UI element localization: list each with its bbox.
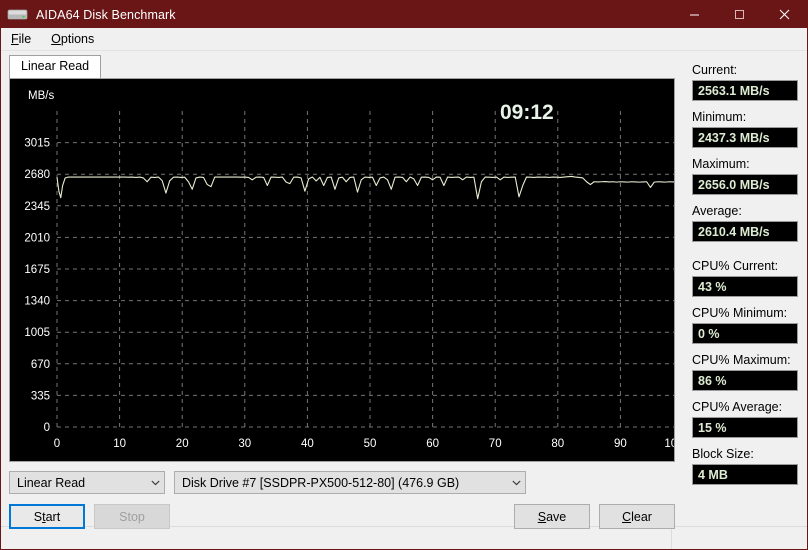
main-content: Linear Read MB/s 0 335 670 1005 1340 1675 2010 2… bbox=[1, 51, 807, 529]
y-tick-label: 1340 bbox=[24, 296, 50, 308]
selection-row: Linear Read Disk Drive #7 [SSDPR-PX500-5… bbox=[1, 471, 683, 494]
y-tick-label: 335 bbox=[31, 390, 50, 402]
menu-item-file-rest: ile bbox=[18, 32, 32, 46]
x-tick-label: 60 bbox=[426, 438, 439, 450]
readout-value: 2437.3 MB/s bbox=[698, 130, 770, 145]
start-button[interactable]: Start bbox=[9, 504, 85, 529]
y-tick-label: 3015 bbox=[24, 138, 50, 150]
disk-drive-icon bbox=[7, 7, 29, 23]
readout-value: 2563.1 MB/s bbox=[698, 83, 770, 98]
readout-label: CPU% Minimum: bbox=[692, 306, 788, 320]
readout-average: Average: 2610.4 MB/s bbox=[692, 204, 798, 242]
menu-item-file[interactable]: File bbox=[7, 30, 41, 48]
readout-label: CPU% Current: bbox=[692, 259, 779, 273]
y-tick-label: 1675 bbox=[24, 264, 50, 276]
readout-value-box: 2656.0 MB/s bbox=[692, 174, 798, 195]
x-tick-label: 50 bbox=[364, 438, 377, 450]
window-controls bbox=[672, 1, 807, 28]
y-tick-label: 2010 bbox=[24, 232, 50, 244]
readout-cpu-current: CPU% Current: 43 % bbox=[692, 259, 798, 297]
x-tick-label: 0 bbox=[54, 438, 60, 450]
benchmark-mode-value: Linear Read bbox=[17, 475, 86, 490]
close-icon[interactable] bbox=[762, 1, 807, 28]
clear-button-label: Clear bbox=[622, 509, 652, 524]
x-tick-label: 20 bbox=[176, 438, 189, 450]
title-bar: AIDA64 Disk Benchmark bbox=[1, 1, 807, 28]
readout-label: Current: bbox=[692, 63, 738, 77]
status-bar bbox=[1, 526, 807, 549]
readout-value-box: 2563.1 MB/s bbox=[692, 80, 798, 101]
benchmark-mode-select[interactable]: Linear Read bbox=[9, 471, 165, 494]
readout-value: 15 % bbox=[698, 420, 727, 435]
menu-item-options-rest: ptions bbox=[60, 32, 95, 46]
readout-value: 2656.0 MB/s bbox=[698, 177, 770, 192]
readout-value: 43 % bbox=[698, 279, 727, 294]
left-pane: Linear Read MB/s 0 335 670 1005 1340 1675 2010 2… bbox=[1, 51, 683, 529]
y-tick-label: 670 bbox=[31, 359, 50, 371]
readout-label: Maximum: bbox=[692, 157, 750, 171]
y-tick-label: 1005 bbox=[24, 327, 50, 339]
readout-value-box: 86 % bbox=[692, 370, 798, 391]
readout-label: Block Size: bbox=[692, 447, 754, 461]
readout-value-box: 4 MB bbox=[692, 464, 798, 485]
x-tick-label: 40 bbox=[301, 438, 314, 450]
x-tick-label: 30 bbox=[238, 438, 251, 450]
tab-linear-read[interactable]: Linear Read bbox=[9, 55, 102, 78]
minimize-icon[interactable] bbox=[672, 1, 717, 28]
readout-value-box: 0 % bbox=[692, 323, 798, 344]
y-tick-label: 2680 bbox=[24, 169, 50, 181]
readout-value: 0 % bbox=[698, 326, 720, 341]
x-tick-label: 80 bbox=[551, 438, 564, 450]
readout-minimum: Minimum: 2437.3 MB/s bbox=[692, 110, 798, 148]
y-tick-label: 2345 bbox=[24, 201, 50, 213]
x-tick-label: 70 bbox=[489, 438, 502, 450]
save-button[interactable]: Save bbox=[514, 504, 590, 529]
tab-strip: Linear Read bbox=[9, 55, 683, 78]
y-axis-label: MB/s bbox=[28, 90, 54, 102]
readout-label: CPU% Maximum: bbox=[692, 353, 791, 367]
disk-drive-select[interactable]: Disk Drive #7 [SSDPR-PX500-512-80] (476.… bbox=[174, 471, 526, 494]
results-sidebar: Current: 2563.1 MB/s Minimum: 2437.3 MB/… bbox=[683, 51, 807, 526]
readout-label: Average: bbox=[692, 204, 742, 218]
readout-cpu-minimum: CPU% Minimum: 0 % bbox=[692, 306, 798, 344]
menu-item-options[interactable]: Options bbox=[47, 30, 104, 48]
maximize-icon[interactable] bbox=[717, 1, 762, 28]
readout-cpu-average: CPU% Average: 15 % bbox=[692, 400, 798, 438]
action-buttons: Start Stop Save Clear bbox=[1, 504, 683, 529]
save-button-label: Save bbox=[537, 509, 567, 524]
readout-value: 4 MB bbox=[698, 467, 728, 482]
disk-drive-value: Disk Drive #7 [SSDPR-PX500-512-80] (476.… bbox=[182, 475, 460, 490]
stop-button: Stop bbox=[94, 504, 170, 529]
readout-maximum: Maximum: 2656.0 MB/s bbox=[692, 157, 798, 195]
start-button-label: Start bbox=[33, 509, 61, 524]
chevron-down-icon bbox=[508, 480, 525, 486]
readout-label: Minimum: bbox=[692, 110, 747, 124]
readout-current: Current: 2563.1 MB/s bbox=[692, 63, 798, 101]
readout-value: 2610.4 MB/s bbox=[698, 224, 770, 239]
chevron-down-icon bbox=[147, 480, 164, 486]
readout-value-box: 15 % bbox=[692, 417, 798, 438]
y-tick-label: 0 bbox=[44, 422, 50, 434]
chart-canvas: MB/s033567010051340167520102345268030150… bbox=[24, 90, 675, 450]
status-separator bbox=[671, 527, 672, 549]
chart-series-line bbox=[56, 175, 674, 200]
app-window: AIDA64 Disk Benchmark File Options Linea… bbox=[0, 0, 808, 550]
x-tick-label: 100 % bbox=[664, 438, 675, 450]
readout-value: 86 % bbox=[698, 373, 727, 388]
benchmark-chart: MB/s 0 335 670 1005 1340 1675 2010 2345 2680 3015 0… bbox=[9, 78, 675, 462]
x-tick-label: 10 bbox=[113, 438, 126, 450]
menu-bar: File Options bbox=[1, 28, 807, 51]
x-tick-label: 90 bbox=[614, 438, 627, 450]
window-title: AIDA64 Disk Benchmark bbox=[36, 7, 176, 22]
readout-label: CPU% Average: bbox=[692, 400, 783, 414]
clear-button[interactable]: Clear bbox=[599, 504, 675, 529]
readout-value-box: 2610.4 MB/s bbox=[692, 221, 798, 242]
readout-value-box: 43 % bbox=[692, 276, 798, 297]
readout-cpu-maximum: CPU% Maximum: 86 % bbox=[692, 353, 798, 391]
elapsed-timer: 09:12 bbox=[500, 101, 554, 124]
readout-block-size: Block Size: 4 MB bbox=[692, 447, 798, 485]
readout-value-box: 2437.3 MB/s bbox=[692, 127, 798, 148]
